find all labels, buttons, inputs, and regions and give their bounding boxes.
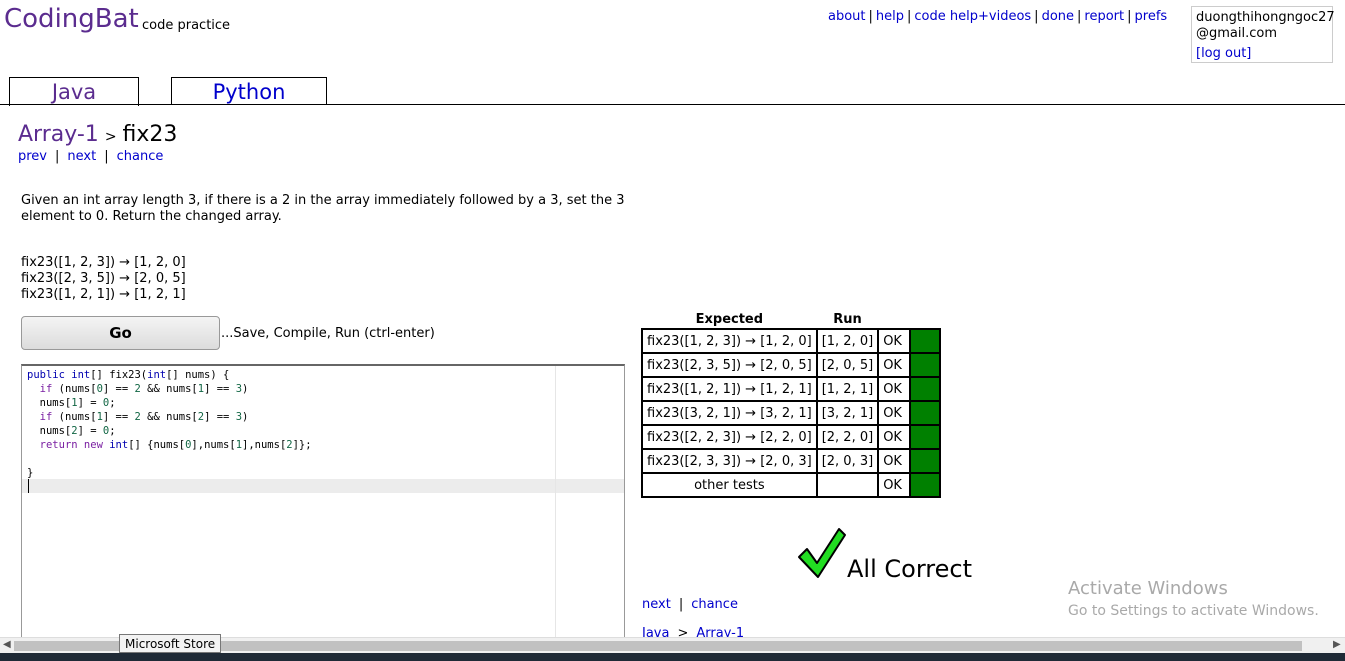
tab-java[interactable]: Java [9,77,139,106]
nav-prefs-link[interactable]: prefs [1135,9,1168,24]
all-correct-message: All Correct [847,555,972,583]
breadcrumb-separator: > [104,129,117,145]
example-line: fix23([2, 3, 5]) → [2, 0, 5] [21,271,186,286]
problem-description: Given an int array length 3, if there is… [21,193,625,224]
result-run: [2, 0, 5] [815,352,880,378]
breadcrumb: Array-1 > fix23 [18,122,177,147]
go-hint: ...Save, Compile, Run (ctrl-enter) [221,326,435,341]
result-run: [2, 0, 3] [815,448,880,474]
problem-nav: prev | next | chance [18,149,164,164]
result-expected: fix23([3, 2, 1]) → [3, 2, 1] [641,400,818,426]
result-status: OK [877,352,912,378]
editor-current-line [22,479,624,493]
code-editor[interactable]: public int[] fix23(int[] nums) { if (num… [21,364,625,644]
result-expected: fix23([2, 2, 3]) → [2, 2, 0] [641,424,818,450]
nav-done-link[interactable]: done [1042,9,1074,24]
nav-report-link[interactable]: report [1084,9,1124,24]
result-expected: fix23([2, 3, 3]) → [2, 0, 3] [641,448,818,474]
result-run: [1, 2, 1] [815,376,880,402]
other-tests-run [815,472,880,498]
site-tagline: code practice [142,18,231,33]
result-pass-indicator [909,448,942,474]
result-row-other-tests: other tests OK [641,472,942,498]
example-line: fix23([1, 2, 1]) → [1, 2, 1] [21,287,186,302]
logout-link[interactable]: [log out] [1196,46,1328,62]
example-line: fix23([1, 2, 3]) → [1, 2, 0] [21,255,186,270]
nav-help-link[interactable]: help [876,9,904,24]
tab-divider [0,104,1345,105]
tab-python[interactable]: Python [171,77,327,105]
user-email-line1: duongthihongngoc27 [1196,10,1335,25]
editor-print-margin [555,366,556,643]
result-expected: fix23([1, 2, 1]) → [1, 2, 1] [641,376,818,402]
user-box: duongthihongngoc27 @gmail.com [log out] [1191,6,1335,63]
bottom-next-link[interactable]: next [642,597,671,612]
bottom-chance-link[interactable]: chance [691,597,738,612]
other-tests-label: other tests [641,472,818,498]
result-expected: fix23([1, 2, 3]) → [1, 2, 0] [641,328,818,354]
result-row: fix23([2, 2, 3]) → [2, 2, 0] [2, 2, 0] OK [641,424,942,450]
green-checkmark-icon [798,528,846,578]
result-pass-indicator [909,376,942,402]
result-pass-indicator [909,352,942,378]
result-row: fix23([3, 2, 1]) → [3, 2, 1] [3, 2, 1] OK [641,400,942,426]
nav-code-help-link[interactable]: code help+videos [914,9,1031,24]
user-email-line2: @gmail.com [1196,26,1278,41]
problem-title: fix23 [122,122,178,147]
results-header-expected: Expected [695,312,764,327]
activate-windows-subtitle: Go to Settings to activate Windows. [1068,603,1319,619]
breadcrumb-section-link[interactable]: Array-1 [18,122,99,147]
result-status: OK [877,328,912,354]
top-nav: about | help | code help+videos | done | report |… [828,9,1168,24]
code-text[interactable]: public int[] fix23(int[] nums) { if (num… [27,368,312,480]
result-status: OK [877,376,912,402]
result-status: OK [877,424,912,450]
result-pass-indicator [909,328,942,354]
nav-about-link[interactable]: about [828,9,866,24]
result-expected: fix23([2, 3, 5]) → [2, 0, 5] [641,352,818,378]
other-tests-status: OK [877,472,912,498]
result-run: [2, 2, 0] [815,424,880,450]
go-button[interactable]: Go [21,316,220,350]
result-pass-indicator [909,472,942,498]
taskbar-tooltip: Microsoft Store [119,634,222,653]
examples: fix23([1, 2, 3]) → [1, 2, 0] fix23([2, 3… [21,255,186,303]
result-run: [3, 2, 1] [815,400,880,426]
editor-caret [28,479,29,493]
chance-link[interactable]: chance [117,149,164,164]
results-header-run: Run [833,312,862,327]
result-row: fix23([2, 3, 3]) → [2, 0, 3] [2, 0, 3] OK [641,448,942,474]
scroll-right-arrow-icon[interactable]: ▶ [1333,639,1341,650]
result-run: [1, 2, 0] [815,328,880,354]
result-status: OK [877,400,912,426]
taskbar [0,653,1345,661]
site-logo[interactable]: CodingBat [4,4,139,34]
results-table: Expected Run fix23([1, 2, 3]) → [1, 2, 0… [641,311,942,498]
prev-link[interactable]: prev [18,149,47,164]
result-pass-indicator [909,400,942,426]
result-row: fix23([1, 2, 1]) → [1, 2, 1] [1, 2, 1] OK [641,376,942,402]
result-row: fix23([1, 2, 3]) → [1, 2, 0] [1, 2, 0] OK [641,328,942,354]
next-link[interactable]: next [67,149,96,164]
activate-windows-title: Activate Windows [1068,578,1228,599]
result-status: OK [877,448,912,474]
scroll-left-arrow-icon[interactable]: ◀ [3,639,11,650]
result-row: fix23([2, 3, 5]) → [2, 0, 5] [2, 0, 5] OK [641,352,942,378]
bottom-nav: next | chance [642,597,738,612]
result-pass-indicator [909,424,942,450]
